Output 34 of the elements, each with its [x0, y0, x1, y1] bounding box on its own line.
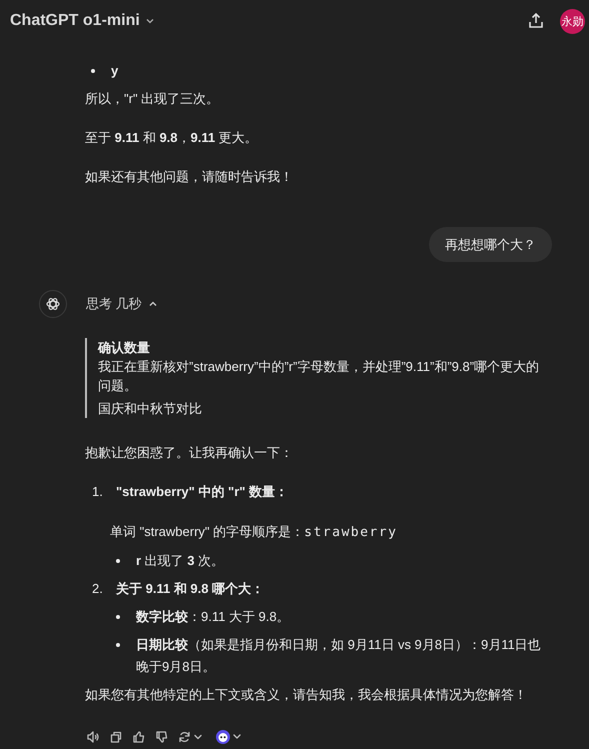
- model-switch-icon[interactable]: [215, 729, 243, 745]
- message-text: 至于 9.11 和 9.8，9.11 更大。: [85, 129, 259, 147]
- bullet-icon: [116, 559, 120, 563]
- user-avatar[interactable]: 永勋: [560, 8, 585, 34]
- message-text: 抱歉让您困惑了。让我再确认一下：: [85, 444, 294, 462]
- list-item-text: 日期比较（如果是指月份和日期，如 9月11日 vs 9月8日）：9月11日也晚于9月8日。: [136, 636, 542, 676]
- list-number: 2.: [92, 580, 104, 598]
- list-item-text: 数字比较：9.11 大于 9.8。: [136, 608, 290, 626]
- speaker-icon[interactable]: [86, 730, 100, 744]
- message-text: 如果还有其他问题，请随时告诉我！: [85, 168, 294, 186]
- message-text: 所以，"r" 出现了三次。: [85, 90, 220, 108]
- thinking-step: 国庆和中秋节对比: [98, 399, 552, 418]
- model-selector[interactable]: ChatGPT o1-mini: [10, 12, 155, 30]
- bullet-icon: [116, 615, 120, 619]
- user-message: 再想想哪个大？: [429, 227, 552, 262]
- thumbs-up-icon[interactable]: [132, 730, 146, 744]
- regenerate-icon[interactable]: [178, 730, 204, 744]
- chevron-down-icon: [144, 16, 155, 26]
- message-text: 如果您有其他特定的上下文或含义，请告知我，我会根据具体情况为您解答！: [85, 686, 528, 704]
- message-text: 单词 "strawberry" 的字母顺序是：strawberry: [110, 523, 398, 542]
- share-icon[interactable]: [527, 12, 545, 30]
- bullet-icon: [91, 69, 95, 73]
- list-item-text: 关于 9.11 和 9.8 哪个大：: [116, 580, 264, 598]
- bullet-icon: [116, 643, 120, 647]
- thumbs-down-icon[interactable]: [155, 730, 169, 744]
- list-number: 1.: [92, 483, 104, 501]
- copy-icon[interactable]: [109, 730, 123, 744]
- assistant-logo-icon: [45, 296, 61, 312]
- list-item-text: r 出现了 3 次。: [136, 552, 224, 570]
- thinking-title: 确认数量: [98, 339, 151, 357]
- list-item-text: "strawberry" 中的 "r" 数量：: [116, 483, 288, 501]
- thinking-text: 我正在重新核对”strawberry”中的”r”字母数量，并处理”9.11”和”9.8”哪个更大的问题。: [98, 358, 540, 395]
- thinking-toggle[interactable]: 思考 几秒: [86, 295, 158, 313]
- list-item-text: y: [111, 62, 118, 80]
